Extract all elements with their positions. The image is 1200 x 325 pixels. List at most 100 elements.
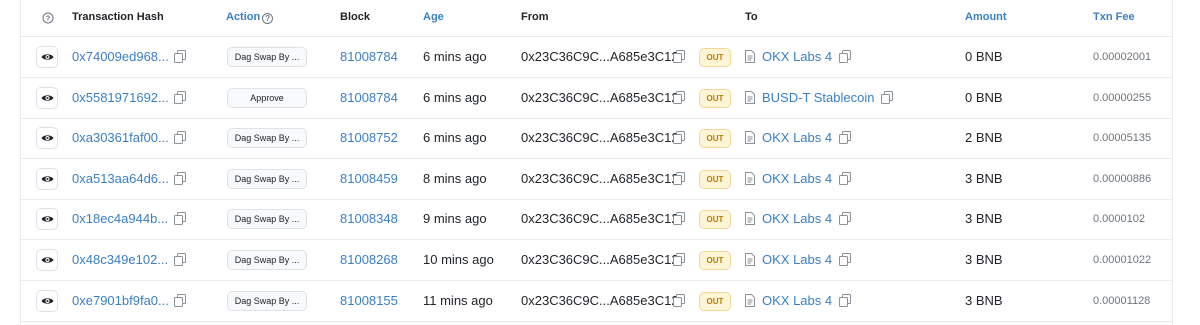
to-address-link[interactable]: BUSD-T Stablecoin — [762, 90, 874, 105]
direction-badge: OUT — [699, 251, 731, 270]
action-method-badge[interactable]: Dag Swap By ... — [227, 47, 307, 67]
txn-hash-link[interactable]: 0x5581971692... — [72, 90, 170, 105]
copy-to-icon[interactable] — [839, 293, 851, 307]
header-age[interactable]: Age — [423, 11, 444, 23]
age-text: 8 mins ago — [423, 170, 487, 186]
copy-to-icon[interactable] — [839, 50, 851, 63]
header-block: Block — [340, 11, 370, 23]
contract-file-icon — [745, 253, 755, 271]
view-details-button[interactable] — [36, 289, 58, 312]
from-address[interactable]: 0x23C36C9C...A685e3C12 — [521, 171, 679, 186]
direction-badge: OUT — [699, 291, 731, 311]
block-link[interactable]: 81008348 — [340, 211, 398, 226]
table-row: 0x74009ed968... Dag Swap By ... 81008784… — [21, 37, 1172, 78]
contract-file-icon — [745, 50, 755, 68]
amount-text: 3 BNB — [965, 170, 1003, 186]
block-link[interactable]: 81008268 — [340, 252, 398, 267]
action-method-badge[interactable]: Dag Swap By ... — [227, 128, 307, 149]
copy-from-icon[interactable] — [673, 293, 685, 307]
block-link[interactable]: 81008752 — [340, 130, 398, 145]
txn-hash-link[interactable]: 0x74009ed968... — [72, 49, 170, 64]
transactions-table: ? Transaction Hash Action? Block Age Fro… — [20, 0, 1173, 325]
copy-from-icon[interactable] — [673, 131, 685, 145]
copy-hash-icon[interactable] — [174, 131, 186, 145]
to-address-link[interactable]: OKX Labs 4 — [762, 252, 832, 267]
txn-fee-text: 0.00000255 — [1093, 91, 1152, 104]
txn-hash-link[interactable]: 0xa30361faf00... — [72, 130, 170, 145]
to-address-link[interactable]: OKX Labs 4 — [762, 293, 832, 308]
copy-from-icon[interactable] — [673, 253, 685, 266]
copy-to-icon[interactable] — [839, 131, 851, 145]
view-details-button[interactable] — [36, 249, 58, 271]
view-details-button[interactable] — [36, 127, 58, 150]
direction-badge: OUT — [699, 129, 731, 149]
from-address[interactable]: 0x23C36C9C...A685e3C12 — [521, 211, 679, 226]
action-method-badge[interactable]: Dag Swap By ... — [227, 250, 307, 270]
from-address[interactable]: 0x23C36C9C...A685e3C12 — [521, 130, 679, 145]
view-details-button[interactable] — [36, 46, 58, 68]
to-address-link[interactable]: OKX Labs 4 — [762, 171, 832, 186]
copy-to-icon[interactable] — [839, 212, 851, 226]
txn-hash-link[interactable]: 0xa513aa64d6... — [72, 171, 170, 186]
txn-hash-link[interactable]: 0x48c349e102... — [72, 252, 170, 267]
copy-from-icon[interactable] — [673, 171, 685, 185]
contract-file-icon — [745, 293, 755, 312]
amount-text: 3 BNB — [965, 211, 1003, 227]
copy-from-icon[interactable] — [673, 50, 685, 63]
to-address-link[interactable]: OKX Labs 4 — [762, 211, 832, 226]
amount-text: 0 BNB — [965, 49, 1003, 64]
action-method-badge[interactable]: Dag Swap By ... — [227, 290, 307, 311]
txn-fee-text: 0.0000102 — [1093, 213, 1145, 226]
view-details-button[interactable] — [36, 86, 58, 109]
copy-from-icon[interactable] — [673, 212, 685, 226]
to-address-link[interactable]: OKX Labs 4 — [762, 130, 832, 145]
view-details-button[interactable] — [36, 167, 58, 190]
table-header: ? Transaction Hash Action? Block Age Fro… — [21, 0, 1172, 37]
copy-to-icon[interactable] — [881, 90, 893, 104]
copy-to-icon[interactable] — [839, 171, 851, 185]
block-link[interactable]: 81008459 — [340, 171, 398, 186]
age-text: 6 mins ago — [423, 49, 487, 64]
txn-hash-link[interactable]: 0xe7901bf9fa0... — [72, 293, 170, 308]
txn-fee-text: 0.00001022 — [1093, 254, 1152, 266]
from-address[interactable]: 0x23C36C9C...A685e3C12 — [521, 49, 679, 64]
from-address[interactable]: 0x23C36C9C...A685e3C12 — [521, 90, 679, 105]
header-amount[interactable]: Amount — [965, 11, 1007, 23]
block-link[interactable]: 81008784 — [340, 90, 398, 105]
txn-fee-text: 0.00005135 — [1093, 132, 1152, 145]
copy-hash-icon[interactable] — [174, 253, 186, 266]
copy-hash-icon[interactable] — [174, 90, 186, 104]
txn-fee-text: 0.00002001 — [1093, 51, 1152, 63]
header-from: From — [521, 11, 549, 23]
age-text: 6 mins ago — [423, 130, 487, 146]
to-address-link[interactable]: OKX Labs 4 — [762, 49, 832, 64]
copy-hash-icon[interactable] — [174, 212, 186, 226]
header-txn-fee[interactable]: Txn Fee — [1093, 11, 1135, 23]
action-method-badge[interactable]: Dag Swap By ... — [227, 209, 307, 230]
eye-icon — [41, 297, 54, 304]
contract-file-icon — [745, 90, 755, 109]
copy-hash-icon[interactable] — [174, 50, 186, 63]
from-address[interactable]: 0x23C36C9C...A685e3C12 — [521, 252, 679, 267]
eye-icon — [41, 54, 54, 60]
header-action[interactable]: Action? — [226, 11, 274, 24]
direction-badge: OUT — [699, 48, 731, 67]
amount-text: 0 BNB — [965, 89, 1003, 105]
help-icon[interactable]: ? — [42, 12, 54, 27]
block-link[interactable]: 81008784 — [340, 49, 398, 64]
header-to: To — [745, 11, 758, 23]
from-address[interactable]: 0x23C36C9C...A685e3C12 — [521, 293, 679, 308]
age-text: 9 mins ago — [423, 211, 487, 227]
action-help-icon[interactable]: ? — [262, 13, 274, 24]
block-link[interactable]: 81008155 — [340, 293, 398, 308]
copy-hash-icon[interactable] — [174, 293, 186, 307]
copy-to-icon[interactable] — [839, 253, 851, 266]
amount-text: 2 BNB — [965, 130, 1003, 146]
copy-from-icon[interactable] — [673, 90, 685, 104]
action-method-badge[interactable]: Approve — [227, 87, 307, 108]
table-row: 0x5581971692... Approve 81008784 6 mins … — [21, 78, 1172, 119]
action-method-badge[interactable]: Dag Swap By ... — [227, 168, 307, 189]
view-details-button[interactable] — [36, 208, 58, 231]
txn-hash-link[interactable]: 0x18ec4a944b... — [72, 211, 170, 226]
copy-hash-icon[interactable] — [174, 171, 186, 185]
